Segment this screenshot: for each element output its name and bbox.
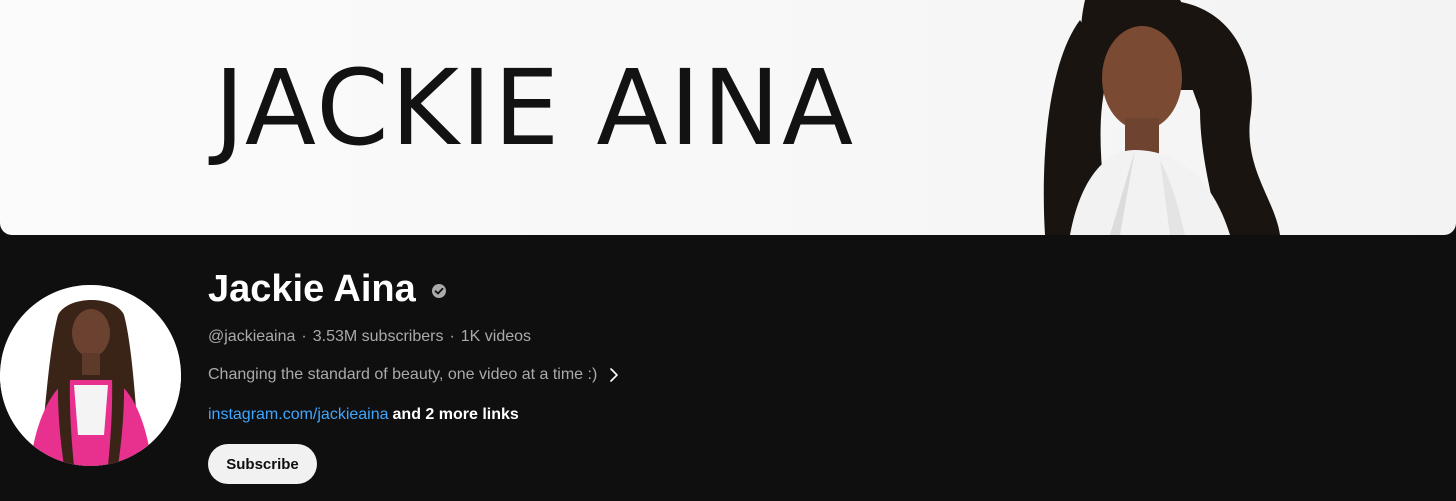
chevron-right-icon[interactable]: [609, 367, 619, 383]
instagram-link[interactable]: instagram.com/jackieaina: [208, 406, 389, 423]
channel-links: instagram.com/jackieaina and 2 more links: [208, 406, 519, 424]
channel-name: Jackie Aina: [208, 268, 416, 310]
meta-separator: ·: [301, 328, 307, 345]
verified-checkmark-icon: [432, 284, 446, 298]
channel-handle: @jackieaina: [208, 328, 296, 345]
channel-description[interactable]: Changing the standard of beauty, one vid…: [208, 366, 619, 384]
banner-title: JACKIE AINA: [214, 47, 856, 169]
banner-photo: [1043, 0, 1280, 235]
channel-banner: JACKIE AINA: [0, 0, 1456, 235]
more-links-button[interactable]: and 2 more links: [393, 406, 519, 423]
subscriber-count: 3.53M subscribers: [312, 328, 444, 345]
avatar-image: [0, 285, 181, 466]
description-text: Changing the standard of beauty, one vid…: [208, 366, 598, 383]
video-count: 1K videos: [460, 328, 532, 345]
subscribe-button[interactable]: Subscribe: [208, 444, 317, 484]
meta-separator: ·: [449, 328, 455, 345]
channel-meta: @jackieaina · 3.53M subscribers · 1K videos: [208, 328, 531, 346]
channel-avatar[interactable]: [0, 285, 181, 466]
